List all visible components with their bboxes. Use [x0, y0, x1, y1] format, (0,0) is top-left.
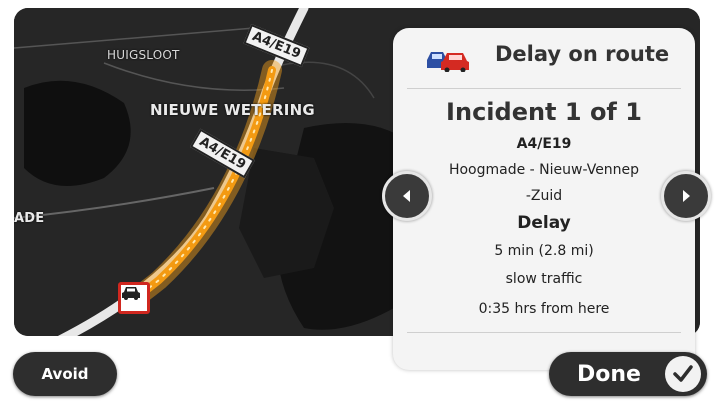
previous-incident-button[interactable]: [382, 171, 432, 221]
incident-type: Delay: [517, 213, 571, 233]
traffic-cars-icon: [425, 48, 471, 76]
avoid-button-label: Avoid: [41, 365, 89, 383]
chevron-left-icon: [403, 190, 410, 202]
delay-length: 5 min (2.8 mi): [494, 243, 594, 259]
incident-count: Incident 1 of 1: [446, 98, 642, 126]
incident-panel: Delay on route Incident 1 of 1 A4/E19 Ho…: [393, 28, 695, 370]
traffic-condition: slow traffic: [505, 271, 583, 287]
checkmark-icon: [665, 356, 701, 392]
done-button[interactable]: Done: [549, 352, 707, 396]
location-text: -Zuid: [525, 188, 563, 204]
panel-title: Delay on route: [495, 42, 670, 66]
location-text: Hoogmade - Nieuw-Vennep: [448, 162, 640, 178]
next-incident-button[interactable]: [661, 171, 711, 221]
divider: [407, 88, 681, 89]
road-name: A4/E19: [516, 136, 572, 152]
avoid-button[interactable]: Avoid: [13, 352, 117, 396]
place-label: NIEUWE WETERING: [150, 101, 315, 119]
chevron-right-icon: [683, 190, 690, 202]
panel-header: Delay on route: [393, 28, 695, 84]
place-label: ADE: [14, 211, 45, 226]
place-label: HUIGSLOOT: [107, 48, 180, 62]
done-button-label: Done: [577, 361, 641, 387]
car-icon: [122, 287, 140, 300]
distance-from-here: 0:35 hrs from here: [478, 301, 610, 317]
divider: [407, 332, 681, 333]
incident-marker-icon[interactable]: [118, 282, 150, 314]
